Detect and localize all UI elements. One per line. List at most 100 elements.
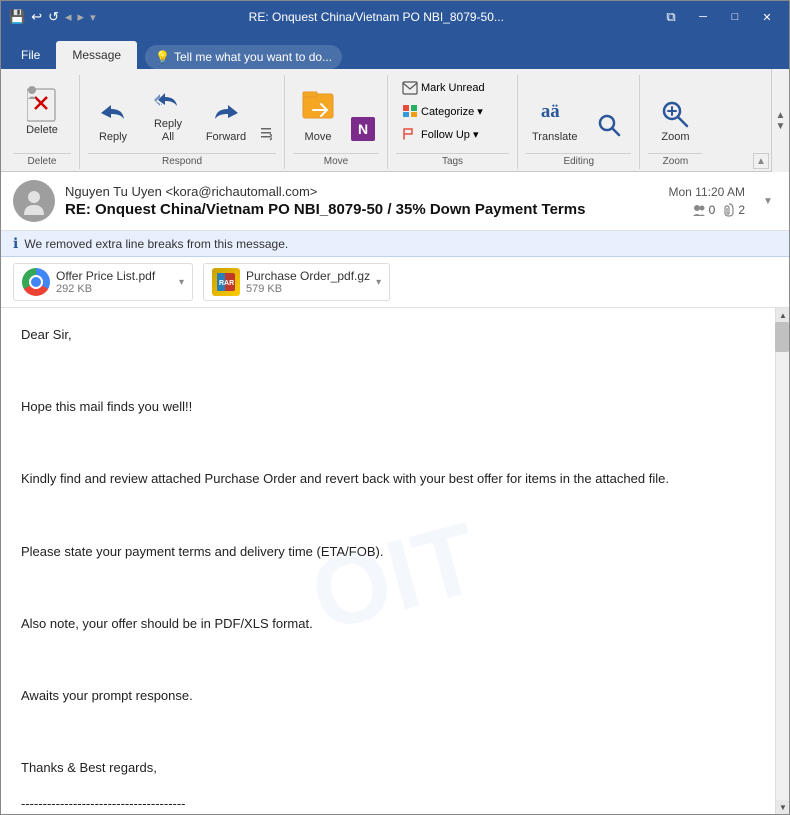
scroll-up-button[interactable]: ▲ <box>776 308 789 322</box>
body-line-10 <box>21 649 765 671</box>
mark-unread-icon <box>402 80 418 96</box>
forward-button[interactable]: Forward <box>198 75 254 147</box>
body-line-6 <box>21 504 765 526</box>
info-bar: ℹ We removed extra line breaks from this… <box>1 231 789 257</box>
body-line-4 <box>21 432 765 454</box>
info-text: We removed extra line breaks from this m… <box>24 237 288 251</box>
attachment-2-size: 579 KB <box>246 283 370 295</box>
ribbon-group-delete: Delete Delete <box>5 75 80 169</box>
zoom-icon <box>659 97 691 129</box>
mark-unread-label: Mark Unread <box>421 82 485 94</box>
title-bar-left: 💾 ↩ ↺ ◂ ▸ ▾ <box>9 9 96 25</box>
svg-text:aä: aä <box>541 101 560 122</box>
mark-unread-button[interactable]: Mark Unread <box>396 77 496 99</box>
reply-icon <box>97 97 129 129</box>
forward-label: Forward <box>206 131 246 144</box>
editing-group-label: Editing <box>526 153 631 169</box>
header-collapse-button[interactable]: ▼ <box>759 196 777 207</box>
body-line-9: Also note, your offer should be in PDF/X… <box>21 613 765 635</box>
svg-text:RAR: RAR <box>219 280 234 287</box>
tab-bar: File Message 💡 Tell me what you want to … <box>1 33 789 69</box>
attachment-count: 2 <box>738 203 745 217</box>
tell-me-label: Tell me what you want to do... <box>174 50 332 64</box>
attachment-1-name: Offer Price List.pdf <box>56 269 173 283</box>
ribbon-groups: Delete Delete <box>1 73 771 171</box>
delete-group-label: Delete <box>13 153 71 169</box>
reply-button[interactable]: Reply <box>88 75 138 147</box>
email-date: Mon 11:20 AM <box>669 185 746 199</box>
attachment-1-dropdown[interactable]: ▾ <box>179 277 184 288</box>
people-count: 0 <box>709 203 716 217</box>
gz-icon: RAR <box>212 268 240 296</box>
body-line-12 <box>21 721 765 743</box>
reply-all-button[interactable]: ReplyAll <box>140 75 196 147</box>
close-button[interactable]: ✕ <box>753 7 781 27</box>
ribbon-scroll-button[interactable]: ▲▼ <box>771 69 789 172</box>
delete-button[interactable]: Delete <box>13 75 71 147</box>
search-button[interactable] <box>587 75 631 147</box>
follow-up-label: Follow Up ▾ <box>421 128 478 141</box>
translate-label: Translate <box>532 131 577 144</box>
maximize-button[interactable]: □ <box>721 7 749 27</box>
email-subject: RE: Onquest China/Vietnam PO NBI_8079-50… <box>65 201 659 218</box>
respond-more-button[interactable] <box>256 123 276 143</box>
people-badge: 0 <box>692 203 716 217</box>
body-line-3: Hope this mail finds you well!! <box>21 396 765 418</box>
follow-up-button[interactable]: Follow Up ▾ <box>396 123 496 145</box>
zoom-label: Zoom <box>661 131 689 144</box>
move-button[interactable]: Move <box>293 75 343 147</box>
main-content: Nguyen Tu Uyen <kora@richautomall.com> R… <box>1 172 789 814</box>
respond-group-label: Respond <box>88 153 276 169</box>
move-group-label: Move <box>293 153 379 169</box>
ribbon-group-respond: Reply ReplyAll <box>80 75 285 169</box>
restore-button[interactable]: ⧉ <box>657 7 685 27</box>
ribbon: Delete Delete <box>1 69 789 172</box>
ribbon-group-zoom: Zoom Zoom <box>640 75 710 169</box>
quick-save-icon: 💾 ↩ ↺ ◂ ▸ ▾ <box>9 9 96 25</box>
tab-message[interactable]: Message <box>56 41 137 69</box>
attachment-1-info: Offer Price List.pdf 292 KB <box>56 269 173 295</box>
move-label: Move <box>305 131 332 144</box>
attachment-2[interactable]: RAR Purchase Order_pdf.gz 579 KB ▾ <box>203 263 390 301</box>
ribbon-collapse-button[interactable]: ▲ <box>753 153 769 169</box>
window-title: RE: Onquest China/Vietnam PO NBI_8079-50… <box>96 10 657 24</box>
scroll-thumb[interactable] <box>775 322 789 352</box>
info-icon: ℹ <box>13 235 18 252</box>
body-line-1: Dear Sir, <box>21 324 765 346</box>
minimize-button[interactable]: ─ <box>689 7 717 27</box>
email-header: Nguyen Tu Uyen <kora@richautomall.com> R… <box>1 172 789 231</box>
zoom-group-label: Zoom <box>648 153 702 169</box>
onenote-button[interactable]: N <box>347 115 379 143</box>
tell-me-input[interactable]: 💡 Tell me what you want to do... <box>145 45 342 69</box>
email-scrollbar[interactable]: ▲ ▼ <box>775 308 789 814</box>
sender-name: Nguyen Tu Uyen <kora@richautomall.com> <box>65 184 659 199</box>
zoom-button[interactable]: Zoom <box>648 75 702 147</box>
forward-icon <box>210 97 242 129</box>
translate-button[interactable]: aä Translate <box>526 75 583 147</box>
categorize-label: Categorize ▾ <box>421 105 483 118</box>
reply-all-icon <box>152 84 184 116</box>
categorize-button[interactable]: Categorize ▾ <box>396 100 496 122</box>
email-body: OIT Dear Sir, Hope this mail finds you w… <box>1 308 789 814</box>
attachments-bar: Offer Price List.pdf 292 KB ▾ RAR Purcha… <box>1 257 789 308</box>
ribbon-group-editing: aä Translate <box>518 75 640 169</box>
attachment-badge: 2 <box>723 203 745 217</box>
reply-label: Reply <box>99 131 127 144</box>
email-body-wrapper: OIT Dear Sir, Hope this mail finds you w… <box>1 308 789 814</box>
body-line-11: Awaits your prompt response. <box>21 685 765 707</box>
attachment-2-info: Purchase Order_pdf.gz 579 KB <box>246 269 370 295</box>
scroll-down-button[interactable]: ▼ <box>776 800 789 814</box>
body-line-13: Thanks & Best regards, <box>21 757 765 779</box>
tab-file[interactable]: File <box>5 41 56 69</box>
body-line-8 <box>21 577 765 599</box>
attachment-2-dropdown[interactable]: ▾ <box>376 277 381 288</box>
attachment-1[interactable]: Offer Price List.pdf 292 KB ▾ <box>13 263 193 301</box>
title-bar: 💾 ↩ ↺ ◂ ▸ ▾ RE: Onquest China/Vietnam PO… <box>1 1 789 33</box>
categorize-icon <box>402 103 418 119</box>
window-controls: ⧉ ─ □ ✕ <box>657 7 781 27</box>
translate-icon: aä <box>539 97 571 129</box>
body-line-14: -------------------------------------- <box>21 793 765 814</box>
delete-label: Delete <box>26 124 58 137</box>
body-line-5: Kindly find and review attached Purchase… <box>21 468 765 490</box>
ribbon-group-move: Move N Move <box>285 75 388 169</box>
